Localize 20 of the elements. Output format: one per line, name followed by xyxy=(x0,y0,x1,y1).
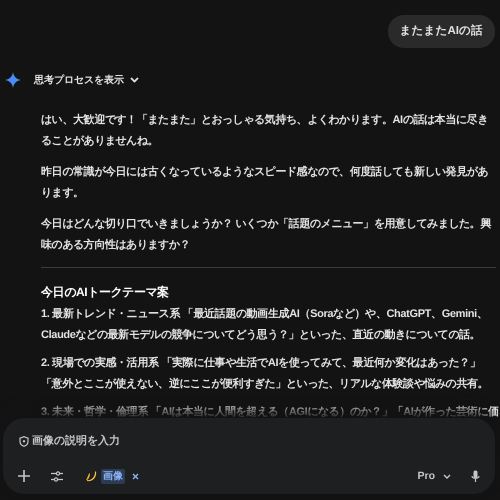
topic-item: 3. 未来・哲学・倫理系 「AIは本当に人間を超える（AGIになる）のか？」「AIが作った芸術に価 xyxy=(41,404,496,420)
microphone-icon[interactable] xyxy=(471,470,480,483)
plus-icon[interactable] xyxy=(18,470,30,482)
topic-item: 2. 現場での実感・活用系 「実際に仕事や生活でAIを使ってみて、最近何か変化はあった？」「意外とここが使えない、逆にここが便利すぎた」といった、リアルな体験談や悩みの共有。 xyxy=(41,356,490,392)
close-icon[interactable] xyxy=(132,472,139,480)
user-message: またまたAIの話 xyxy=(388,15,495,48)
topic-item: 1. 最新トレンド・ニュース系 「最近話題の動画生成AI（Soraなど）や、ChatGPT、Gemini、Claudeなどの最新モデルの競争についてどう思う？」といった、直近の動きについての話。 xyxy=(41,306,489,344)
response-paragraph: はい、大歓迎です！「またまた」とおっしゃる気持ち、よくわかります。AIの話は本当に尽きることがありませんね。 xyxy=(41,112,489,150)
banana-icon xyxy=(85,470,97,482)
caret-icon xyxy=(443,474,451,479)
shield-icon xyxy=(19,436,29,447)
sparkle-icon xyxy=(5,72,21,88)
section-heading: 今日のAIトークテーマ案 xyxy=(41,284,170,302)
response-paragraph: 今日はどんな切り口でいきましょうか？ いくつか「話題のメニュー」を用意してみました。興味のある方向性はありますか？ xyxy=(41,216,492,254)
model-selector[interactable]: Pro xyxy=(417,468,451,484)
prompt-input-field[interactable]: 画像の説明を入力 xyxy=(32,433,332,450)
response-paragraph: 昨日の常識が今日には古くなっているようなスピード感なので、何度話しても新しい発見があります。 xyxy=(41,164,490,202)
image-tool-chip[interactable]: 画像 xyxy=(101,468,125,484)
sliders-icon[interactable] xyxy=(51,470,63,482)
thinking-toggle[interactable]: 思考プロセスを表示 xyxy=(34,72,139,88)
